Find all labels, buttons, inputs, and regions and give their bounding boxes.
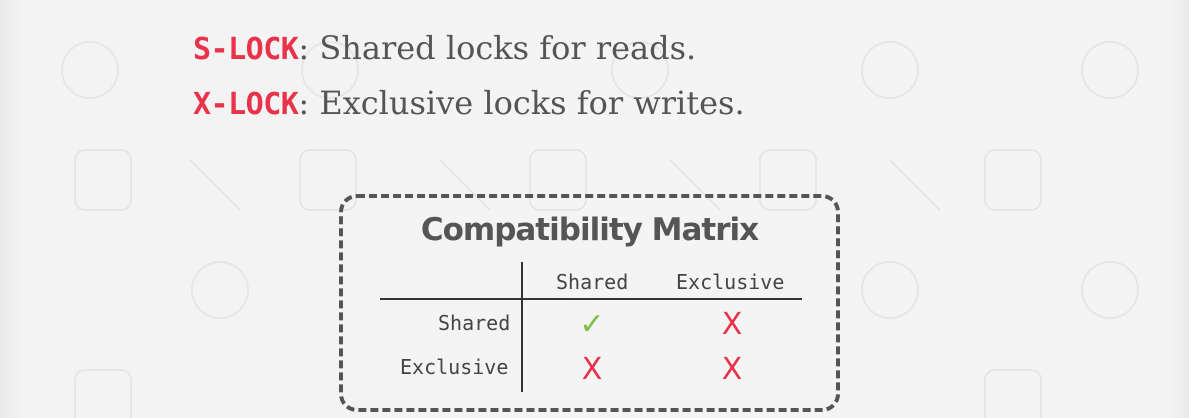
matrix-horizontal-divider xyxy=(380,298,802,300)
matrix-vertical-divider xyxy=(521,262,523,392)
check-icon: ✓ xyxy=(579,307,605,342)
row-header-shared: Shared xyxy=(438,311,511,335)
shared-lock-description: : Shared locks for reads. xyxy=(298,29,697,67)
shared-lock-term: S-LOCK xyxy=(193,32,299,67)
compatibility-matrix-box: Compatibility Matrix Shared Exclusive Sh… xyxy=(339,194,840,412)
shared-lock-line: S-LOCK: Shared locks for reads. xyxy=(193,28,696,70)
matrix-title: Compatibility Matrix xyxy=(420,212,759,248)
column-header-shared: Shared xyxy=(556,270,629,294)
cross-icon: X xyxy=(581,352,603,387)
cross-icon: X xyxy=(721,352,743,387)
slide: S-LOCK: Shared locks for reads. X-LOCK: … xyxy=(0,0,1189,418)
exclusive-lock-line: X-LOCK: Exclusive locks for writes. xyxy=(193,83,745,125)
exclusive-lock-term: X-LOCK xyxy=(193,87,299,122)
cross-icon: X xyxy=(721,307,743,342)
row-header-exclusive: Exclusive xyxy=(400,355,509,379)
column-header-exclusive: Exclusive xyxy=(676,270,785,294)
exclusive-lock-description: : Exclusive locks for writes. xyxy=(298,84,745,122)
